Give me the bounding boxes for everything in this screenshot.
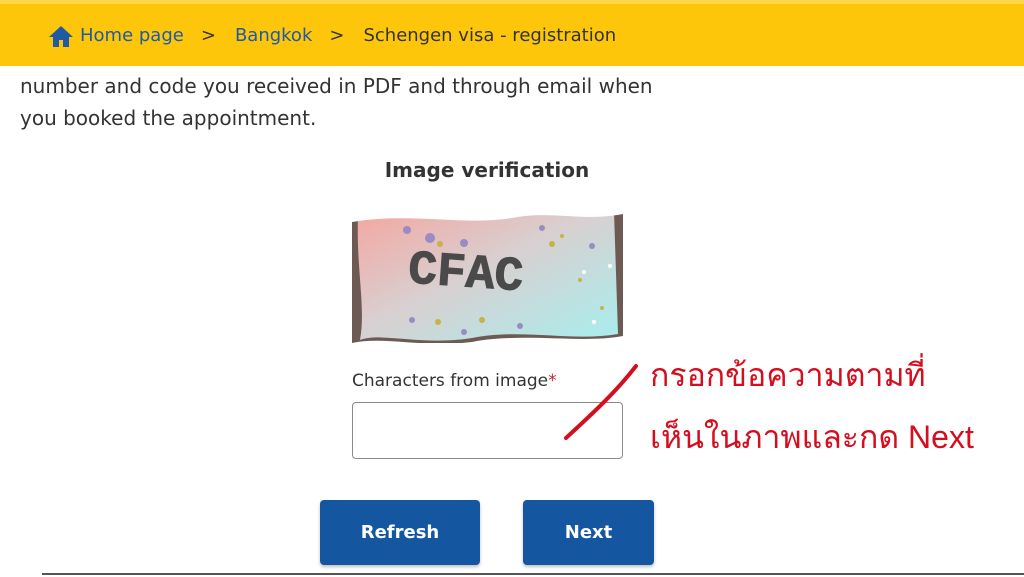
- breadcrumb-home-link[interactable]: Home page: [80, 25, 184, 47]
- intro-text: number and code you received in PDF and …: [20, 70, 710, 134]
- annotation-note: กรอกข้อความตามที่ เห็นในภาพและกด Next: [650, 344, 1020, 468]
- intro-line: you booked the appointment.: [20, 106, 317, 130]
- annotation-line: กรอกข้อความตามที่: [650, 357, 926, 393]
- captcha-text: CFAC: [406, 243, 525, 305]
- intro-line: number and code you received in PDF and …: [20, 74, 653, 98]
- verification-title: Image verification: [384, 158, 590, 182]
- characters-field-label-text: Characters from image: [352, 371, 549, 391]
- annotation-line: เห็นในภาพและกด Next: [650, 419, 974, 455]
- next-button[interactable]: Next: [523, 500, 654, 565]
- annotation-pointer-stroke: [564, 364, 638, 440]
- captcha-image: CFAC: [352, 208, 623, 343]
- breadcrumb-city-link[interactable]: Bangkok: [235, 25, 312, 47]
- breadcrumb-current: Schengen visa - registration: [363, 25, 617, 46]
- bottom-divider: [42, 573, 1024, 575]
- home-icon[interactable]: [48, 24, 74, 48]
- refresh-button[interactable]: Refresh: [320, 500, 480, 565]
- breadcrumb-separator: >: [200, 25, 216, 46]
- breadcrumb-separator: >: [329, 25, 345, 46]
- characters-field-label: Characters from image*: [352, 371, 557, 391]
- breadcrumb-bar: Home page > Bangkok > Schengen visa - re…: [0, 0, 1024, 66]
- breadcrumb: Home page > Bangkok > Schengen visa - re…: [48, 24, 616, 48]
